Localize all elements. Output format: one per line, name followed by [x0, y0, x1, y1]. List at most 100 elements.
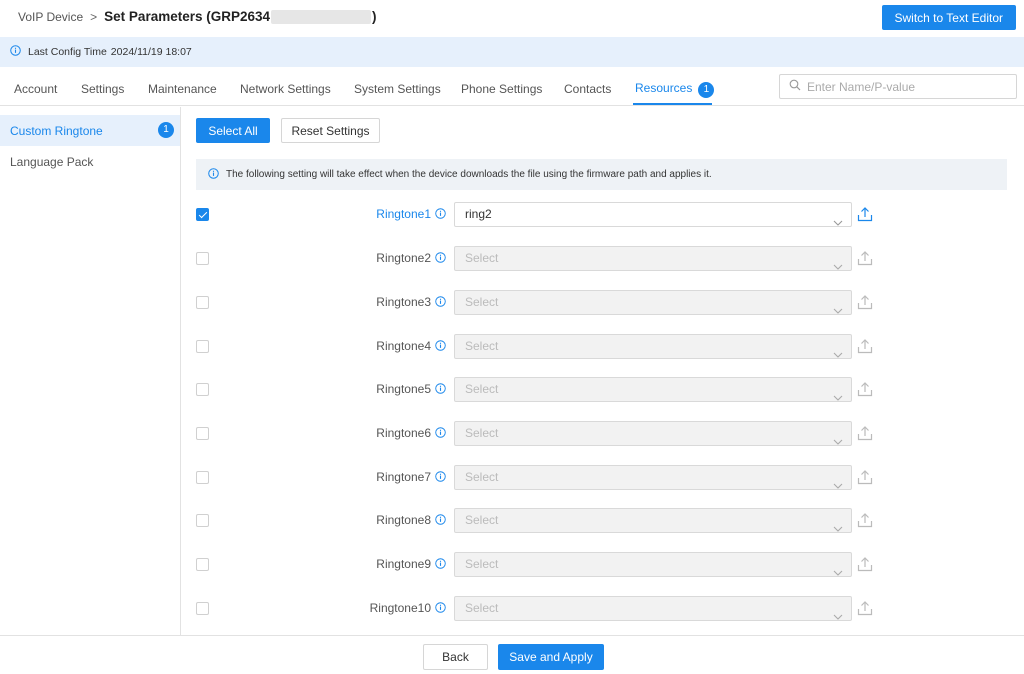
upload-icon: [857, 556, 873, 575]
ringtone9-select[interactable]: Select: [454, 552, 852, 577]
ringtone2-checkbox[interactable]: [196, 252, 209, 265]
ringtone-row: Ringtone8 Select: [0, 508, 1024, 533]
ringtone5-label: Ringtone5: [376, 382, 431, 396]
ringtone3-select[interactable]: Select: [454, 290, 852, 315]
page-header: VoIP Device > Set Parameters (GRP2634 ) …: [0, 0, 1024, 37]
upload-icon: [857, 600, 873, 619]
upload-icon: [857, 469, 873, 488]
last-config-label: Last Config Time: [28, 46, 107, 58]
ringtone1-checkbox[interactable]: [196, 208, 209, 221]
ringtone4-checkbox[interactable]: [196, 340, 209, 353]
info-icon[interactable]: [435, 471, 446, 485]
ringtone-row: Ringtone7 Select: [0, 465, 1024, 490]
active-tab-indicator: [633, 103, 712, 105]
ringtone9-label: Ringtone9: [376, 557, 431, 571]
ringtone4-select-value: Select: [465, 339, 499, 353]
tab-resources[interactable]: Resources 1: [635, 81, 715, 98]
ringtone7-label: Ringtone7: [376, 470, 431, 484]
info-icon[interactable]: [435, 340, 446, 354]
page-footer: Back Save and Apply: [0, 635, 1024, 674]
ringtone8-select[interactable]: Select: [454, 508, 852, 533]
ringtone-row: Ringtone5 Select: [0, 377, 1024, 402]
chevron-down-icon: [833, 517, 843, 540]
ringtone5-checkbox[interactable]: [196, 383, 209, 396]
ringtone10-label: Ringtone10: [369, 601, 431, 615]
tab-network-settings[interactable]: Network Settings: [240, 82, 331, 96]
ringtone6-select[interactable]: Select: [454, 421, 852, 446]
ringtone6-checkbox[interactable]: [196, 427, 209, 440]
ringtone5-select[interactable]: Select: [454, 377, 852, 402]
switch-to-text-editor-button[interactable]: Switch to Text Editor: [881, 5, 1016, 30]
tab-settings[interactable]: Settings: [81, 82, 124, 96]
ringtone2-select[interactable]: Select: [454, 246, 852, 271]
ringtone4-label: Ringtone4: [376, 339, 431, 353]
ringtone1-select[interactable]: ring2: [454, 202, 852, 227]
info-icon[interactable]: [435, 427, 446, 441]
ringtone5-select-value: Select: [465, 382, 499, 396]
info-icon[interactable]: [435, 383, 446, 397]
upload-icon: [857, 381, 873, 400]
upload-icon: [857, 338, 873, 357]
tab-resources-badge: 1: [698, 82, 715, 98]
breadcrumb-voip-device[interactable]: VoIP Device: [18, 10, 83, 24]
reset-settings-button[interactable]: Reset Settings: [281, 118, 380, 143]
chevron-down-icon: [833, 299, 843, 322]
notice-text: The following setting will take effect w…: [226, 169, 712, 180]
info-icon[interactable]: [435, 558, 446, 572]
upload-icon: [857, 512, 873, 531]
ringtone8-checkbox[interactable]: [196, 514, 209, 527]
tab-resources-label: Resources: [635, 81, 693, 95]
page-title-end: ): [372, 9, 377, 24]
ringtone3-label: Ringtone3: [376, 295, 431, 309]
ringtone-row: Ringtone6 Select: [0, 421, 1024, 446]
save-and-apply-button[interactable]: Save and Apply: [498, 644, 604, 670]
ringtone2-select-value: Select: [465, 251, 499, 265]
upload-icon: [857, 425, 873, 444]
chevron-down-icon: [833, 255, 843, 278]
info-icon: [208, 167, 219, 182]
ringtone-row: Ringtone2 Select: [0, 246, 1024, 271]
sidebar-item-custom-ringtone[interactable]: Custom Ringtone 1: [0, 115, 180, 146]
sidebar-item-label: Language Pack: [10, 154, 94, 169]
ringtone7-select[interactable]: Select: [454, 465, 852, 490]
ringtone9-checkbox[interactable]: [196, 558, 209, 571]
sidebar-item-label: Custom Ringtone: [10, 123, 103, 138]
ringtone2-label: Ringtone2: [376, 251, 431, 265]
ringtone1-label: Ringtone1: [376, 207, 431, 221]
upload-icon[interactable]: [857, 206, 873, 225]
info-icon: [10, 45, 21, 59]
tab-contacts[interactable]: Contacts: [564, 82, 611, 96]
tab-account[interactable]: Account: [14, 82, 57, 96]
last-config-bar: Last Config Time 2024/11/19 18:07: [0, 37, 1024, 67]
upload-icon: [857, 250, 873, 269]
tab-system-settings[interactable]: System Settings: [354, 82, 441, 96]
chevron-down-icon: [833, 605, 843, 628]
ringtone7-select-value: Select: [465, 470, 499, 484]
info-icon[interactable]: [435, 252, 446, 266]
ringtone1-select-value: ring2: [465, 207, 492, 221]
chevron-down-icon: [833, 561, 843, 584]
chevron-down-icon: [833, 211, 843, 234]
back-button[interactable]: Back: [423, 644, 488, 670]
search-box[interactable]: [779, 74, 1017, 99]
ringtone3-checkbox[interactable]: [196, 296, 209, 309]
info-icon[interactable]: [435, 208, 446, 222]
info-icon[interactable]: [435, 602, 446, 616]
chevron-down-icon: [833, 474, 843, 497]
select-all-button[interactable]: Select All: [196, 118, 270, 143]
ringtone10-checkbox[interactable]: [196, 602, 209, 615]
breadcrumb-separator: >: [90, 9, 98, 24]
search-input[interactable]: [807, 79, 1007, 94]
sidebar-item-language-pack[interactable]: Language Pack: [0, 146, 180, 177]
tab-maintenance[interactable]: Maintenance: [148, 82, 217, 96]
ringtone7-checkbox[interactable]: [196, 471, 209, 484]
tab-phone-settings[interactable]: Phone Settings: [461, 82, 542, 96]
info-icon[interactable]: [435, 296, 446, 310]
upload-icon: [857, 294, 873, 313]
ringtone-row: Ringtone4 Select: [0, 334, 1024, 359]
ringtone10-select-value: Select: [465, 601, 499, 615]
ringtone8-select-value: Select: [465, 513, 499, 527]
info-icon[interactable]: [435, 514, 446, 528]
ringtone4-select[interactable]: Select: [454, 334, 852, 359]
ringtone10-select[interactable]: Select: [454, 596, 852, 621]
